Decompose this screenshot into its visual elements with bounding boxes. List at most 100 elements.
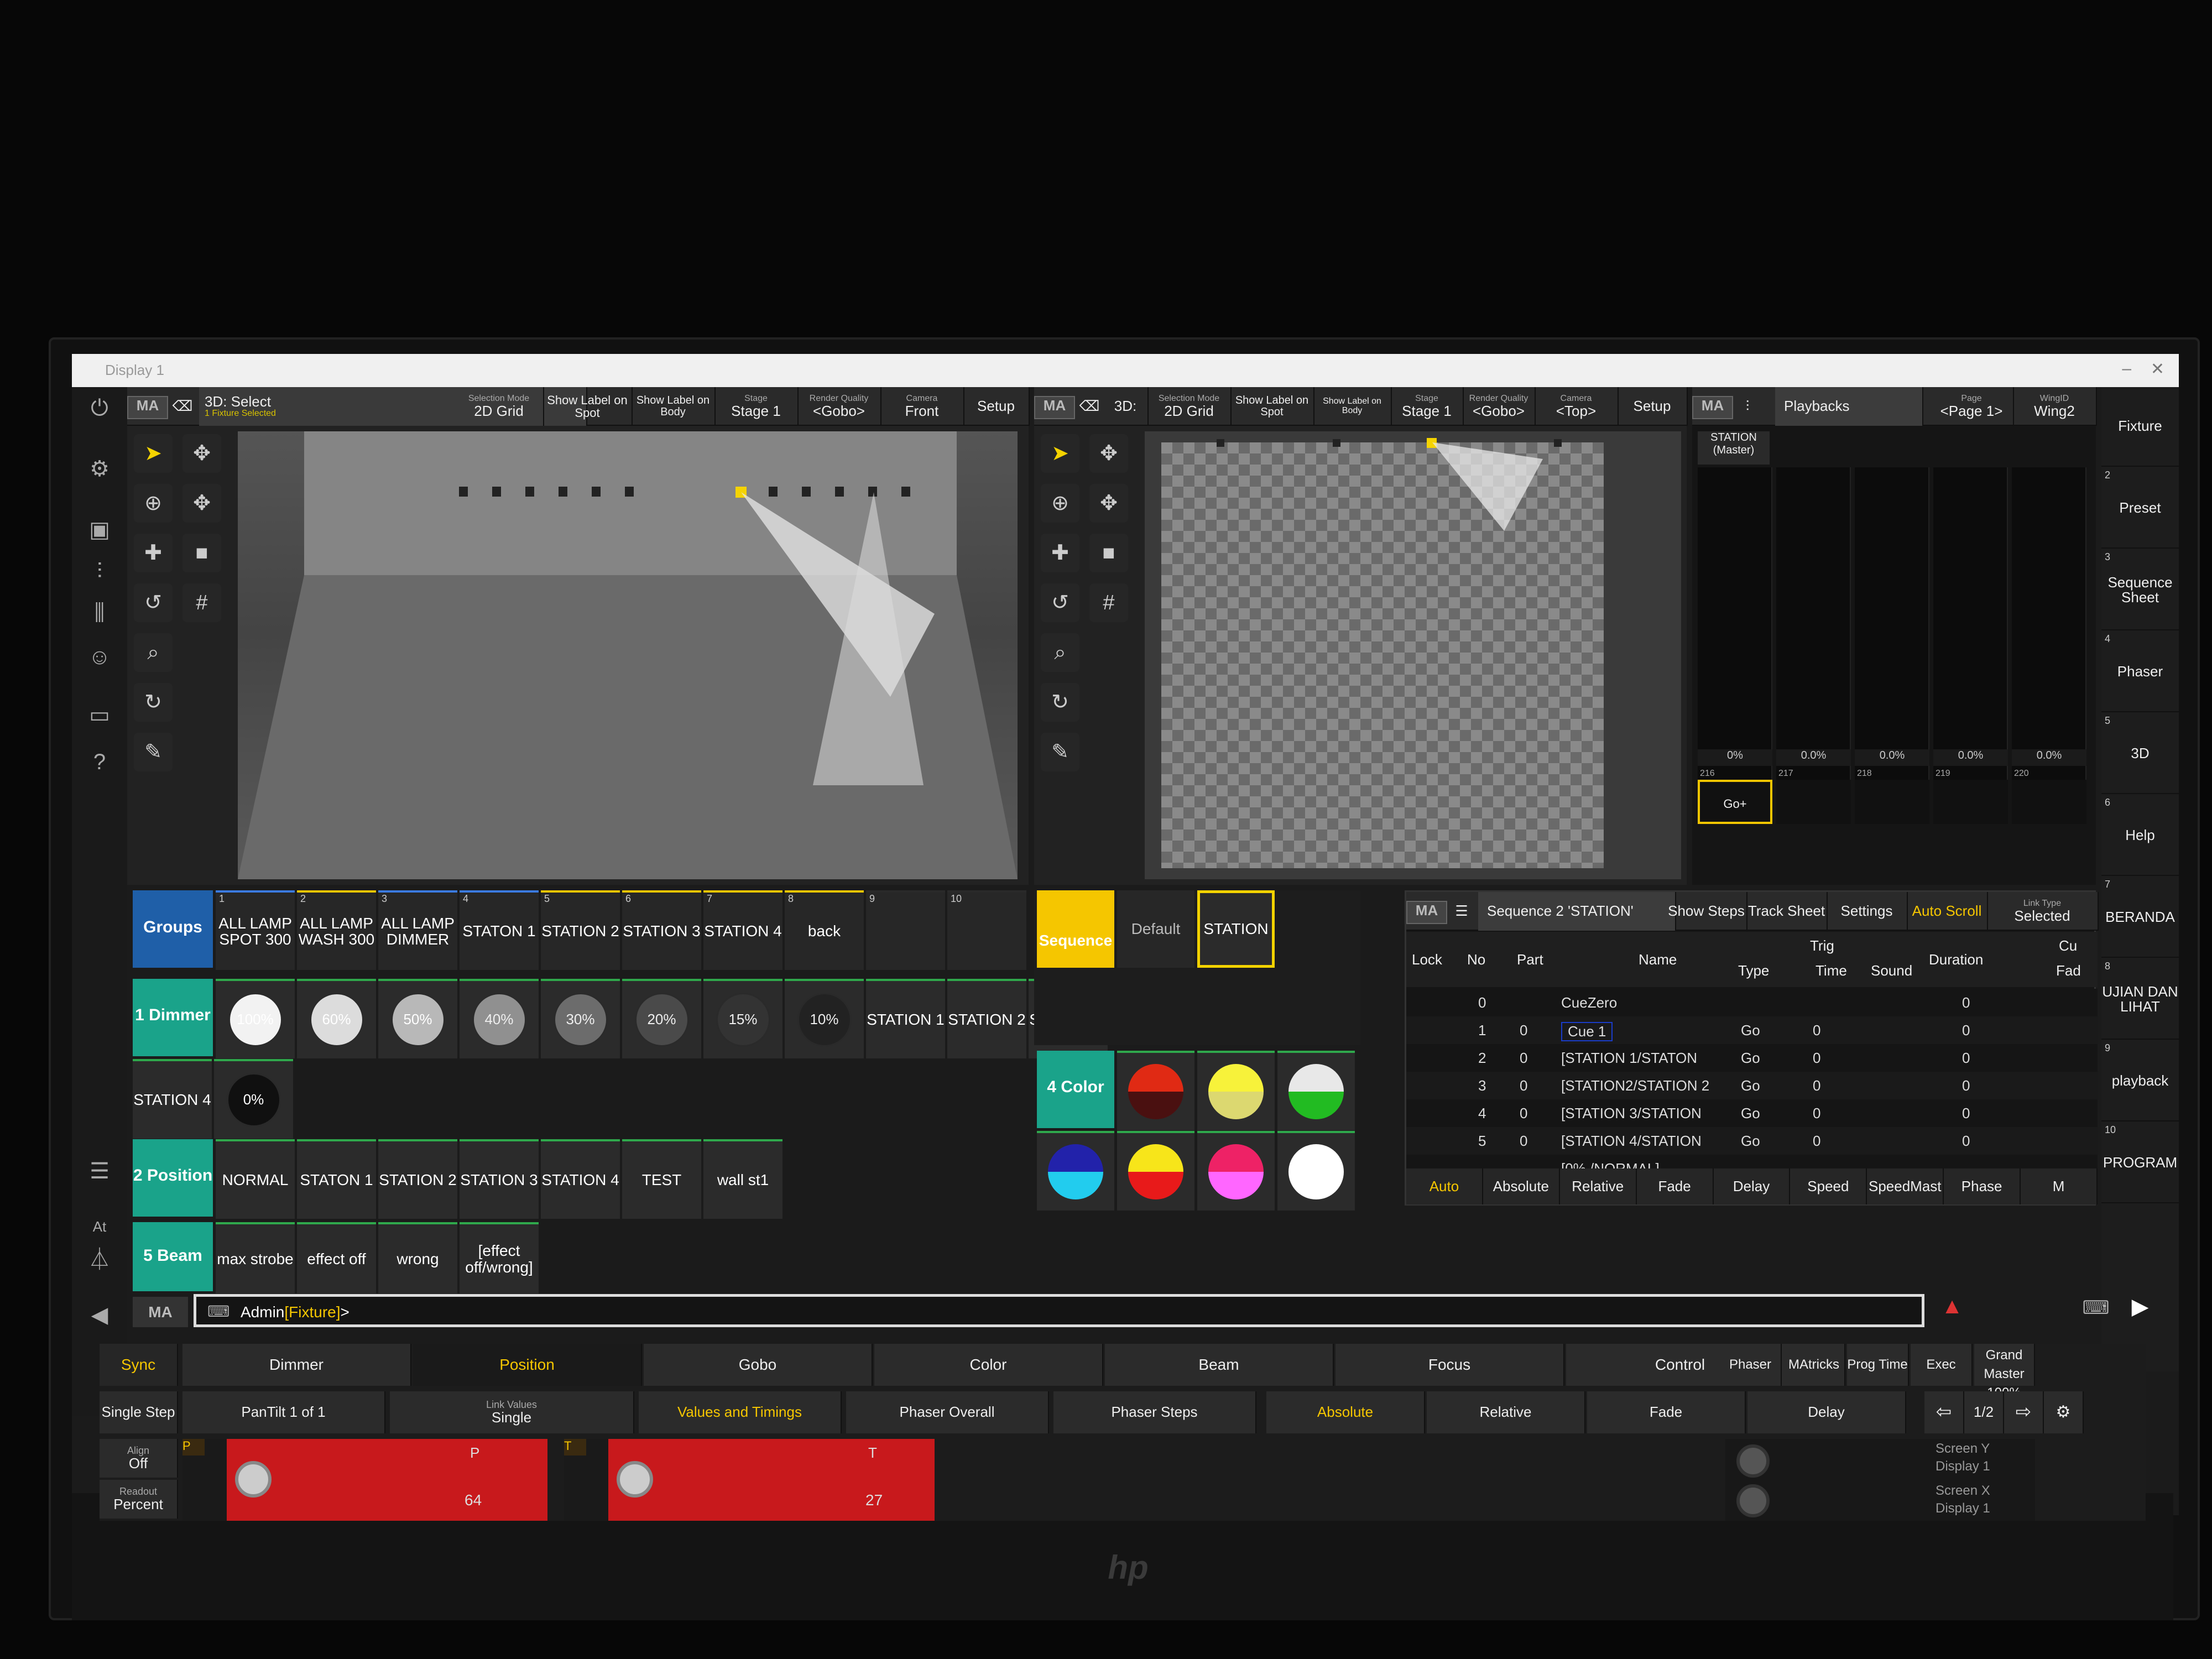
- sliders-icon[interactable]: ⫶: [84, 556, 115, 587]
- view-button[interactable]: 4 Phaser: [2101, 633, 2179, 712]
- pantilt-button[interactable]: PanTilt 1 of 1: [182, 1391, 385, 1433]
- color-preset[interactable]: [1197, 1131, 1275, 1211]
- group-item[interactable]: 6 STATION 3: [622, 890, 701, 970]
- encoder-tool-button[interactable]: Phaser: [1720, 1344, 1782, 1386]
- dimmer-preset[interactable]: 100%: [216, 979, 295, 1058]
- color-preset[interactable]: [1037, 1131, 1114, 1211]
- erase-icon-2[interactable]: ⌫: [1076, 387, 1103, 426]
- tilt-encoder[interactable]: T T 27: [564, 1439, 935, 1521]
- view2-setup-button[interactable]: Setup: [1618, 387, 1688, 426]
- select-arrow-icon[interactable]: ➤: [134, 434, 173, 473]
- playback-go-button[interactable]: [1933, 780, 2008, 824]
- sequence-header[interactable]: Sequence: [1037, 890, 1114, 968]
- move-alt-icon[interactable]: ✥: [182, 484, 221, 523]
- filter-icon[interactable]: ⏃: [84, 1244, 115, 1275]
- show-label-spot-button-2[interactable]: Show Label on Spot: [1230, 387, 1314, 426]
- cue-row[interactable]: 3 0 [STATION2/STATION 2 Go 0 0: [1406, 1072, 2098, 1099]
- dimmer-preset[interactable]: STATION 4: [133, 1059, 212, 1139]
- sliders-alt-icon[interactable]: ⫼: [84, 597, 115, 628]
- help-icon[interactable]: ?: [84, 747, 115, 778]
- feature-tab[interactable]: Color: [874, 1344, 1103, 1386]
- position-preset[interactable]: TEST: [622, 1139, 701, 1219]
- position-preset[interactable]: STATION 2: [378, 1139, 457, 1219]
- auto-scroll-button[interactable]: Auto Scroll: [1907, 892, 1988, 931]
- cue-row[interactable]: 5 0 [STATION 4/STATION Go 0 0: [1406, 1127, 2098, 1155]
- value-mode-button[interactable]: Fade: [1587, 1391, 1746, 1433]
- sync-button[interactable]: Sync: [100, 1344, 178, 1386]
- feature-tab[interactable]: Position: [413, 1344, 642, 1386]
- feature-tab[interactable]: Focus: [1335, 1344, 1564, 1386]
- group-item[interactable]: 10: [947, 890, 1026, 970]
- dimmer-preset[interactable]: 20%: [622, 979, 701, 1058]
- encoder-tool-button[interactable]: Exec Time: [1911, 1344, 1973, 1414]
- dimmer-preset[interactable]: STATION 2: [947, 979, 1026, 1058]
- show-steps-button[interactable]: Show Steps: [1666, 892, 1747, 931]
- link-values-button[interactable]: Link Values Single: [390, 1391, 634, 1433]
- screen-x-knob-icon[interactable]: [1736, 1484, 1770, 1517]
- stage-button[interactable]: Stage Stage 1: [714, 387, 799, 426]
- stage-button-2[interactable]: Stage Stage 1: [1391, 387, 1464, 426]
- view1-setup-button[interactable]: Setup: [963, 387, 1030, 426]
- color-preset[interactable]: [1277, 1051, 1355, 1130]
- value-mode-button[interactable]: Relative: [1427, 1391, 1585, 1433]
- view-button[interactable]: Fixture: [2101, 387, 2179, 467]
- dimmer-preset[interactable]: 0%: [214, 1059, 293, 1139]
- minimize-icon[interactable]: –: [2122, 359, 2131, 378]
- position-preset[interactable]: NORMAL: [216, 1139, 295, 1219]
- keyboard-icon[interactable]: ⌨: [207, 1302, 229, 1321]
- dimmer-preset[interactable]: 60%: [297, 979, 376, 1058]
- dimmer-preset[interactable]: 40%: [460, 979, 539, 1058]
- prev-page-icon[interactable]: ⇦: [1924, 1391, 1964, 1433]
- beam-preset[interactable]: effect off: [297, 1222, 376, 1293]
- camera-icon-2[interactable]: ■: [1089, 534, 1128, 572]
- group-item[interactable]: 9: [866, 890, 945, 970]
- power-icon[interactable]: ⏻: [84, 393, 115, 424]
- cue-row[interactable]: 0 CueZero 0: [1406, 989, 2098, 1016]
- color-preset[interactable]: [1197, 1051, 1275, 1130]
- view-button[interactable]: 6 Help: [2101, 796, 2179, 876]
- play-icon[interactable]: ▶: [2124, 1294, 2157, 1327]
- dimmer-preset[interactable]: 15%: [703, 979, 782, 1058]
- pan-encoder[interactable]: P P 64: [182, 1439, 547, 1521]
- pen-icon-2[interactable]: ✎: [1041, 733, 1079, 771]
- sequence-footer-button[interactable]: Absolute: [1483, 1168, 1560, 1204]
- show-label-body-button-2[interactable]: Show Label on Body: [1313, 387, 1392, 426]
- target-icon-2[interactable]: ⊕: [1041, 484, 1079, 523]
- group-item[interactable]: 7 STATION 4: [703, 890, 782, 970]
- view-button[interactable]: 10 PROGRAM: [2101, 1124, 2179, 1203]
- selection-mode-button-2[interactable]: Selection Mode 2D Grid: [1147, 387, 1232, 426]
- tilt-fader[interactable]: [608, 1439, 935, 1521]
- group-item[interactable]: 4 STATON 1: [460, 890, 539, 970]
- playback-go-button[interactable]: [1776, 780, 1851, 824]
- align-button[interactable]: Align Off: [100, 1439, 178, 1478]
- sequence-footer-button[interactable]: Fade: [1637, 1168, 1714, 1204]
- encoder-tool-button[interactable]: Prog Time: [1847, 1344, 1909, 1386]
- view-button[interactable]: 3 Sequence Sheet: [2101, 551, 2179, 630]
- sequence-footer-button[interactable]: Auto: [1406, 1168, 1483, 1204]
- phaser-overall-button[interactable]: Phaser Overall: [846, 1391, 1049, 1433]
- back-arrow-icon[interactable]: ◀: [84, 1300, 115, 1331]
- feature-tab[interactable]: Beam: [1105, 1344, 1334, 1386]
- zoom-icon-2[interactable]: ⌕: [1041, 633, 1079, 672]
- dimmer-preset[interactable]: STATION 1: [866, 979, 945, 1058]
- grid-icon-2[interactable]: #: [1089, 583, 1128, 622]
- list-icon[interactable]: ☰: [84, 1156, 115, 1187]
- zoom-icon[interactable]: ⌕: [134, 633, 173, 672]
- close-icon[interactable]: ✕: [2151, 359, 2164, 379]
- dimmer-header[interactable]: 1 Dimmer: [133, 979, 213, 1056]
- view-button[interactable]: 8 UJIAN DAN LIHAT: [2101, 960, 2179, 1040]
- tilt-knob-icon[interactable]: [617, 1461, 653, 1498]
- wing-button[interactable]: WingID Wing2: [2013, 387, 2097, 426]
- cue-row[interactable]: 1 0 Cue 1 Go 0 0: [1406, 1016, 2098, 1044]
- single-step-button[interactable]: Single Step: [100, 1391, 178, 1433]
- beam-preset[interactable]: wrong: [378, 1222, 457, 1293]
- sequence-footer-button[interactable]: SpeedMast: [1867, 1168, 1944, 1204]
- readout-button[interactable]: Readout Percent: [100, 1480, 178, 1519]
- feature-tab[interactable]: Gobo: [644, 1344, 873, 1386]
- pan-knob-icon[interactable]: [235, 1461, 272, 1498]
- next-page-icon[interactable]: ⇨: [2004, 1391, 2044, 1433]
- feature-tab[interactable]: Dimmer: [182, 1344, 411, 1386]
- view-button[interactable]: 2 Preset: [2101, 469, 2179, 549]
- rotate-icon-2[interactable]: ↺: [1041, 583, 1079, 622]
- pan-icon-2[interactable]: ✚: [1041, 534, 1079, 572]
